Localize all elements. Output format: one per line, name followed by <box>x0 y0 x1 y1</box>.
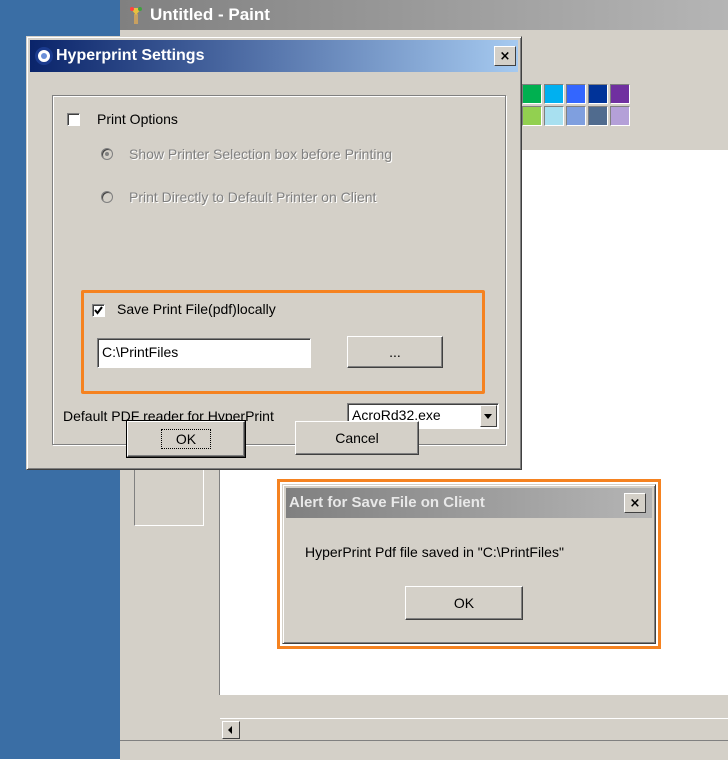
scroll-left-button[interactable] <box>222 721 240 739</box>
palette-swatch[interactable] <box>610 84 630 104</box>
paint-titlebar[interactable]: Untitled - Paint <box>120 0 728 30</box>
color-palette <box>520 70 728 151</box>
browse-button[interactable]: ... <box>347 336 443 368</box>
close-icon: × <box>499 48 511 64</box>
browse-button-label: ... <box>389 344 401 360</box>
alert-dialog-title: Alert for Save File on Client <box>289 494 485 511</box>
settings-cancel-button[interactable]: Cancel <box>295 421 419 455</box>
save-path-input[interactable]: C:\PrintFiles <box>97 338 311 368</box>
save-locally-label: Save Print File(pdf)locally <box>117 301 276 317</box>
palette-swatch[interactable] <box>522 84 542 104</box>
settings-dialog-title: Hyperprint Settings <box>56 47 205 64</box>
hyperprint-logo-icon <box>35 47 53 65</box>
palette-swatch[interactable] <box>566 84 586 104</box>
palette-swatch[interactable] <box>544 84 564 104</box>
palette-swatch[interactable] <box>588 106 608 126</box>
settings-titlebar[interactable]: Hyperprint Settings × <box>30 40 518 72</box>
print-options-checkbox[interactable] <box>67 113 80 126</box>
radio-print-direct-label: Print Directly to Default Printer on Cli… <box>129 189 377 205</box>
save-locally-checkbox[interactable] <box>92 304 105 317</box>
radio-show-printer-selection[interactable] <box>101 148 113 160</box>
palette-swatch[interactable] <box>610 106 630 126</box>
close-icon: × <box>629 495 641 511</box>
alert-titlebar[interactable]: Alert for Save File on Client × <box>286 488 652 518</box>
paint-window-title: Untitled - Paint <box>150 5 270 24</box>
settings-ok-button[interactable]: OK <box>126 420 246 458</box>
print-options-label: Print Options <box>97 111 178 127</box>
palette-swatch[interactable] <box>588 84 608 104</box>
chevron-down-icon[interactable] <box>480 405 497 427</box>
horizontal-scrollbar[interactable] <box>220 718 728 739</box>
radio-print-direct[interactable] <box>101 191 113 203</box>
checkmark-icon <box>94 306 103 315</box>
hyperprint-settings-dialog: Hyperprint Settings × Print Options Show… <box>26 36 522 470</box>
settings-ok-label: OK <box>160 429 212 449</box>
alert-close-button[interactable]: × <box>624 493 646 513</box>
alert-ok-button[interactable]: OK <box>405 586 523 620</box>
palette-swatch[interactable] <box>566 106 586 126</box>
alert-save-file-dialog: Alert for Save File on Client × HyperPri… <box>282 484 656 644</box>
palette-swatch[interactable] <box>544 106 564 126</box>
settings-group-panel: Print Options Show Printer Selection box… <box>52 95 506 445</box>
settings-cancel-label: Cancel <box>335 430 379 446</box>
palette-swatch[interactable] <box>522 106 542 126</box>
radio-show-printer-selection-label: Show Printer Selection box before Printi… <box>129 146 393 162</box>
alert-message: HyperPrint Pdf file saved in "C:\PrintFi… <box>305 544 564 560</box>
settings-close-button[interactable]: × <box>494 46 516 66</box>
status-bar <box>120 740 728 760</box>
alert-ok-label: OK <box>453 595 475 611</box>
paint-app-icon <box>130 7 142 24</box>
